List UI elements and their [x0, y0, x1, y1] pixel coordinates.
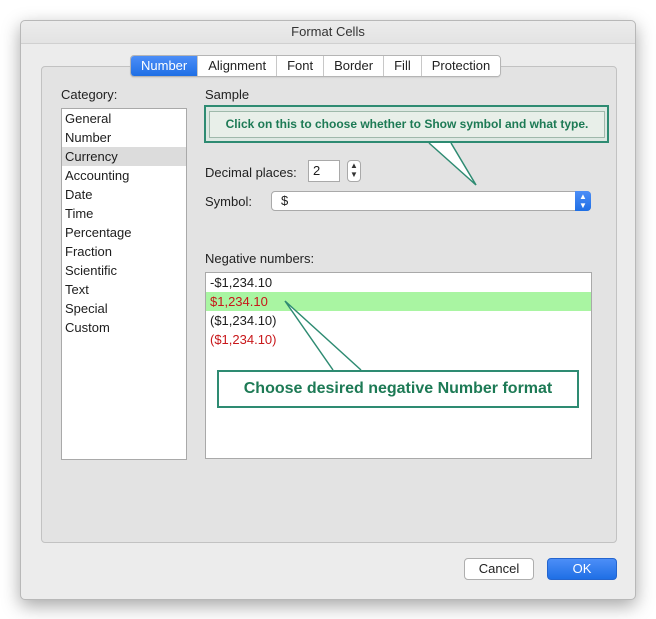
category-item-accounting[interactable]: Accounting	[62, 166, 186, 185]
negative-option[interactable]: ($1,234.10)	[206, 330, 591, 349]
category-item-date[interactable]: Date	[62, 185, 186, 204]
chevron-up-icon: ▲	[350, 161, 358, 170]
negative-numbers-list[interactable]: -$1,234.10 $1,234.10 ($1,234.10) ($1,234…	[205, 272, 592, 459]
category-item-special[interactable]: Special	[62, 299, 186, 318]
tab-font[interactable]: Font	[276, 56, 324, 76]
select-arrows-icon: ▲ ▼	[575, 191, 591, 211]
category-item-custom[interactable]: Custom	[62, 318, 186, 337]
format-cells-dialog: Format Cells Number Alignment Font Borde…	[20, 20, 636, 600]
symbol-value: $	[281, 193, 289, 208]
decimal-places-field[interactable]: 2	[308, 160, 340, 182]
tab-fill[interactable]: Fill	[383, 56, 421, 76]
symbol-hint-callout: Click on this to choose whether to Show …	[209, 111, 605, 138]
negative-hint-callout: Choose desired negative Number format	[217, 370, 579, 408]
category-item-text[interactable]: Text	[62, 280, 186, 299]
chevron-down-icon: ▼	[350, 170, 358, 179]
negative-option[interactable]: -$1,234.10	[206, 273, 591, 292]
category-item-general[interactable]: General	[62, 109, 186, 128]
tab-alignment[interactable]: Alignment	[197, 56, 277, 76]
sample-label: Sample	[205, 87, 250, 102]
category-item-currency[interactable]: Currency	[62, 147, 186, 166]
category-item-scientific[interactable]: Scientific	[62, 261, 186, 280]
category-list[interactable]: General Number Currency Accounting Date …	[61, 108, 187, 460]
negative-option[interactable]: ($1,234.10)	[206, 311, 591, 330]
category-item-number[interactable]: Number	[62, 128, 186, 147]
cancel-button[interactable]: Cancel	[464, 558, 534, 580]
category-item-time[interactable]: Time	[62, 204, 186, 223]
category-label: Category:	[61, 87, 118, 102]
negative-option-selected[interactable]: $1,234.10	[206, 292, 591, 311]
tab-protection[interactable]: Protection	[420, 56, 501, 76]
window-title: Format Cells	[21, 21, 635, 44]
negative-numbers-label: Negative numbers:	[205, 251, 315, 266]
decimal-places-label: Decimal places:	[205, 165, 297, 180]
category-item-fraction[interactable]: Fraction	[62, 242, 186, 261]
ok-button[interactable]: OK	[547, 558, 617, 580]
tab-number[interactable]: Number	[131, 56, 198, 76]
category-item-percentage[interactable]: Percentage	[62, 223, 186, 242]
tab-border[interactable]: Border	[323, 56, 384, 76]
symbol-label: Symbol:	[205, 194, 252, 209]
symbol-select[interactable]: $ ▲ ▼	[271, 191, 591, 211]
tab-bar: Number Alignment Font Border Fill Protec…	[130, 55, 502, 77]
decimal-places-stepper[interactable]: ▲ ▼	[347, 160, 361, 182]
